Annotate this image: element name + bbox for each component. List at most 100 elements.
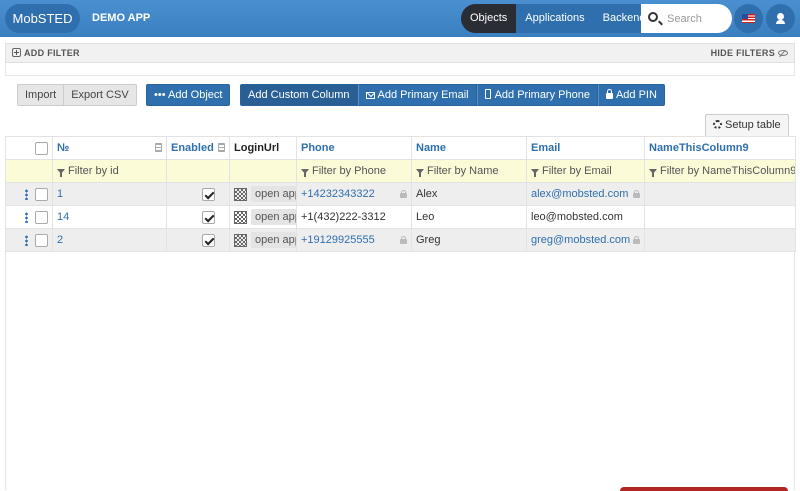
filter-phone[interactable]: Filter by Phone <box>296 159 412 183</box>
search-input[interactable] <box>667 11 727 26</box>
column-header-enabled[interactable]: Enabled <box>166 136 230 160</box>
header-row: № Enabled LoginUrl Phone Name Email Name… <box>5 136 796 160</box>
open-app-button[interactable]: open app <box>251 232 296 248</box>
filter-strip: ADD FILTER HIDE FILTERS <box>5 43 795 63</box>
row-checkbox[interactable] <box>35 233 48 247</box>
cell-email[interactable]: greg@mobsted.com <box>526 228 645 252</box>
add-filter-button[interactable]: ADD FILTER <box>12 48 80 58</box>
filter-enabled[interactable] <box>166 159 230 183</box>
chat-widget-tab[interactable] <box>620 487 788 491</box>
cell-enabled <box>166 205 230 229</box>
user-icon <box>776 13 785 24</box>
open-app-button[interactable]: open app <box>251 209 296 225</box>
table-row[interactable]: 1 open app +14232343322 Alex alex@mobste… <box>5 182 796 206</box>
cell-name[interactable]: Leo <box>411 205 527 229</box>
enabled-checkbox[interactable] <box>202 187 215 201</box>
cell-enabled <box>166 228 230 252</box>
app-name[interactable]: DEMO APP <box>92 12 150 24</box>
row-menu-icon[interactable] <box>25 211 28 223</box>
table-row[interactable]: 14 open app +1(432)222-3312 Leo leo@mobs… <box>5 205 796 229</box>
select-all-checkbox[interactable] <box>35 141 48 155</box>
cell-phone[interactable]: +19129925555 <box>296 228 412 252</box>
column-menu-icon[interactable] <box>155 143 162 152</box>
cell-col9[interactable] <box>644 205 796 229</box>
column-header-loginurl[interactable]: LoginUrl <box>229 136 297 160</box>
row-checkbox[interactable] <box>35 210 48 224</box>
column-header-enabled-label: Enabled <box>171 142 214 154</box>
column-header-phone[interactable]: Phone <box>296 136 412 160</box>
lock-icon <box>605 89 613 99</box>
column-header-id[interactable]: № <box>52 136 167 160</box>
add-object-group: ••• Add Object <box>146 84 231 106</box>
hide-filters-button[interactable]: HIDE FILTERS <box>711 48 788 58</box>
column-header-name[interactable]: Name <box>411 136 527 160</box>
filter-email[interactable]: Filter by Email <box>526 159 645 183</box>
filter-id-placeholder: Filter by id <box>68 165 119 177</box>
main-nav: Objects Applications Backend <box>461 4 655 33</box>
cell-loginurl: open app <box>229 205 297 229</box>
user-menu-button[interactable] <box>766 4 795 33</box>
top-bar: MobSTED DEMO APP Objects Applications Ba… <box>0 0 800 37</box>
qr-code-icon[interactable] <box>234 210 247 224</box>
cell-col9[interactable] <box>644 182 796 206</box>
cell-email[interactable]: leo@mobsted.com <box>526 205 645 229</box>
cell-name[interactable]: Alex <box>411 182 527 206</box>
filter-col9[interactable]: Filter by NameThisColumn9 <box>644 159 796 183</box>
column-header-col9[interactable]: NameThisColumn9 <box>644 136 796 160</box>
filter-cell-empty <box>5 159 53 183</box>
cell-phone[interactable]: +14232343322 <box>296 182 412 206</box>
row-menu-icon[interactable] <box>25 234 28 246</box>
export-csv-button[interactable]: Export CSV <box>64 84 137 106</box>
enabled-checkbox[interactable] <box>202 210 215 224</box>
column-menu-icon[interactable] <box>218 143 225 152</box>
hide-filters-label: HIDE FILTERS <box>710 48 775 58</box>
row-menu-icon[interactable] <box>25 188 28 200</box>
cell-id[interactable]: 14 <box>52 205 167 229</box>
column-header-email[interactable]: Email <box>526 136 645 160</box>
us-flag-icon <box>742 14 755 23</box>
cell-phone[interactable]: +1(432)222-3312 <box>296 205 412 229</box>
filter-icon <box>301 169 309 177</box>
objects-table: № Enabled LoginUrl Phone Name Email Name… <box>5 136 796 252</box>
add-pin-button[interactable]: Add PIN <box>597 84 665 106</box>
cell-email[interactable]: alex@mobsted.com <box>526 182 645 206</box>
cell-email-value: alex@mobsted.com <box>531 188 629 200</box>
qr-code-icon[interactable] <box>234 187 247 201</box>
cell-loginurl: open app <box>229 228 297 252</box>
eye-slash-icon <box>778 50 788 56</box>
open-app-button[interactable]: open app <box>251 186 296 202</box>
qr-code-icon[interactable] <box>234 233 247 247</box>
add-object-button[interactable]: ••• Add Object <box>146 84 231 106</box>
cell-col9[interactable] <box>644 228 796 252</box>
row-checkbox[interactable] <box>35 187 48 201</box>
filter-name[interactable]: Filter by Name <box>411 159 527 183</box>
brand-logo[interactable]: MobSTED <box>5 4 80 33</box>
cell-id[interactable]: 2 <box>52 228 167 252</box>
setup-table-label: Setup table <box>725 119 781 131</box>
table-row[interactable]: 2 open app +19129925555 Greg greg@mobste… <box>5 228 796 252</box>
nav-applications[interactable]: Applications <box>516 4 593 33</box>
filter-id[interactable]: Filter by id <box>52 159 167 183</box>
language-button[interactable] <box>734 4 763 33</box>
filter-col9-placeholder: Filter by NameThisColumn9 <box>660 165 796 177</box>
cell-enabled <box>166 182 230 206</box>
search-box[interactable] <box>641 4 732 33</box>
filter-name-placeholder: Filter by Name <box>427 165 499 177</box>
lock-icon <box>400 190 407 198</box>
lock-icon <box>400 236 407 244</box>
lock-icon <box>633 236 640 244</box>
column-actions-group: Add Custom Column Add Primary Email Add … <box>240 84 665 106</box>
import-export-group: Import Export CSV <box>17 84 137 106</box>
cell-email-value: greg@mobsted.com <box>531 234 631 246</box>
enabled-checkbox[interactable] <box>202 233 215 247</box>
import-button[interactable]: Import <box>17 84 65 106</box>
nav-objects[interactable]: Objects <box>461 4 517 33</box>
cell-name[interactable]: Greg <box>411 228 527 252</box>
setup-table-button[interactable]: Setup table <box>705 114 789 136</box>
add-primary-email-button[interactable]: Add Primary Email <box>357 84 477 106</box>
add-primary-phone-button[interactable]: Add Primary Phone <box>476 84 598 106</box>
add-custom-column-button[interactable]: Add Custom Column <box>240 84 358 106</box>
cell-id[interactable]: 1 <box>52 182 167 206</box>
row-select-cell <box>5 228 53 252</box>
ellipsis-icon: ••• <box>154 89 166 101</box>
